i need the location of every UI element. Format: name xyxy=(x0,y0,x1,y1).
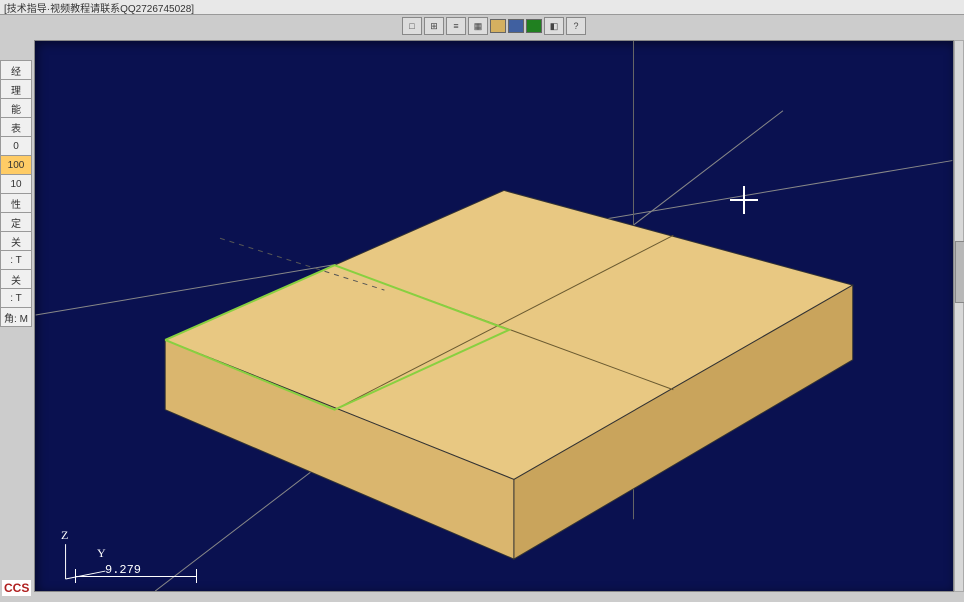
color-swatch-b[interactable] xyxy=(508,19,524,33)
left-panel-item-0[interactable]: 经 xyxy=(0,60,32,80)
scrollbar-thumb[interactable] xyxy=(955,241,964,303)
vertical-scrollbar[interactable] xyxy=(954,40,964,592)
top-toolbar: □ ⊞ ≡ ▦ ◧ ? xyxy=(400,14,916,38)
viewport-canvas xyxy=(35,41,953,591)
scale-readout: 9.279 xyxy=(105,563,141,577)
left-panel-item-1[interactable]: 理 xyxy=(0,79,32,99)
left-panel-item-10[interactable]: : T xyxy=(0,250,32,270)
left-panel-item-8[interactable]: 定 xyxy=(0,212,32,232)
left-option-panel: 经理能表010010性定关: T关: T角: M xyxy=(0,60,32,326)
toolbar-btn-e[interactable]: ◧ xyxy=(544,17,564,35)
left-panel-item-4[interactable]: 0 xyxy=(0,136,32,156)
toolbar-btn-help[interactable]: ? xyxy=(566,17,586,35)
window-title-text: [技术指导·视频教程请联系QQ2726745028] xyxy=(4,0,194,15)
3d-viewport[interactable]: Z Y 9.279 xyxy=(34,40,954,592)
left-panel-item-11[interactable]: 关 xyxy=(0,269,32,289)
left-panel-item-6[interactable]: 10 xyxy=(0,174,32,194)
left-panel-item-13[interactable]: 角: M xyxy=(0,307,32,327)
left-panel-item-3[interactable]: 表 xyxy=(0,117,32,137)
left-panel-item-5[interactable]: 100 xyxy=(0,155,32,175)
toolbar-btn-c[interactable]: ≡ xyxy=(446,17,466,35)
left-panel-item-12[interactable]: : T xyxy=(0,288,32,308)
brand-logo: CCS xyxy=(2,580,31,596)
axis-y-label: Y xyxy=(97,546,106,561)
axis-z-label: Z xyxy=(61,528,68,543)
color-swatch-a[interactable] xyxy=(490,19,506,33)
left-panel-item-9[interactable]: 关 xyxy=(0,231,32,251)
color-swatch-c[interactable] xyxy=(526,19,542,33)
toolbar-btn-d[interactable]: ▦ xyxy=(468,17,488,35)
left-panel-item-2[interactable]: 能 xyxy=(0,98,32,118)
left-panel-item-7[interactable]: 性 xyxy=(0,193,32,213)
toolbar-btn-a[interactable]: □ xyxy=(402,17,422,35)
window-title-bar: [技术指导·视频教程请联系QQ2726745028] xyxy=(0,0,964,15)
toolbar-btn-b[interactable]: ⊞ xyxy=(424,17,444,35)
